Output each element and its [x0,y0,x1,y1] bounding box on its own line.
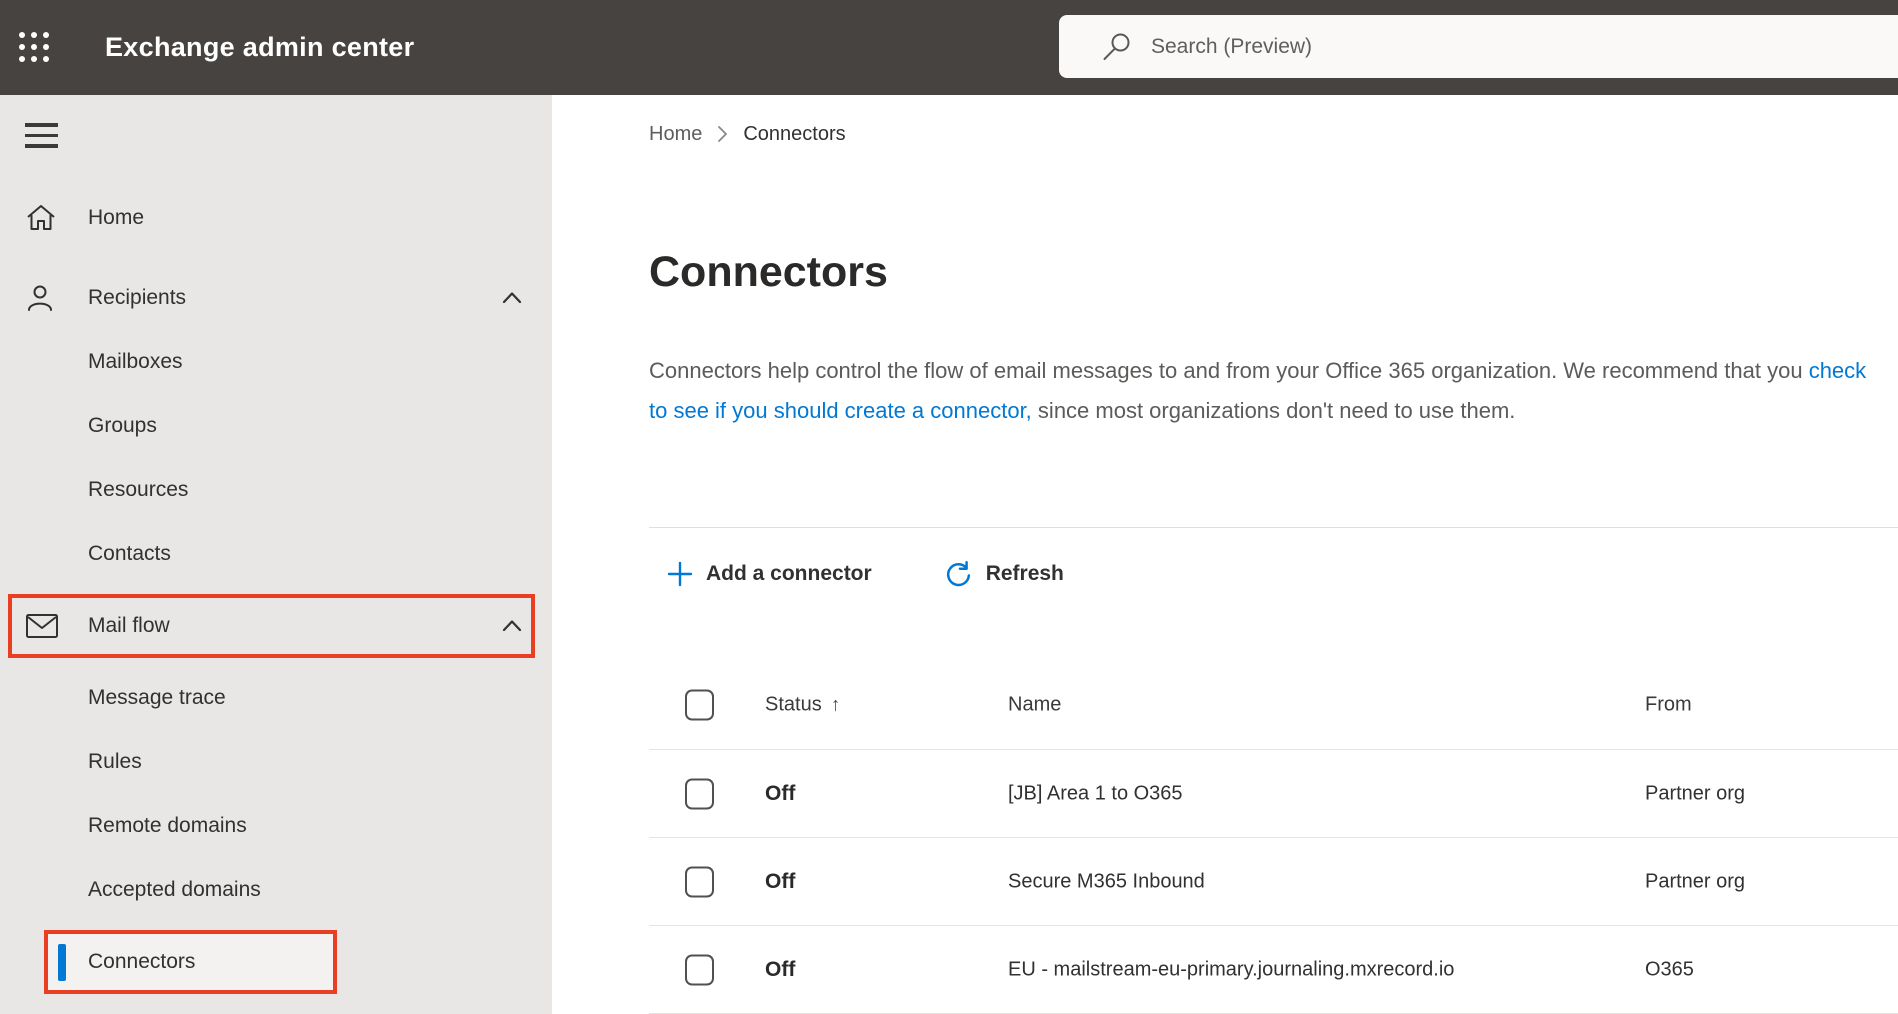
row-name: EU - mailstream-eu-primary.journaling.mx… [1008,958,1455,980]
connectors-table: Status ↑ Name From Off [JB] Area 1 to O36… [649,660,1898,1014]
sidebar-item-mail-flow[interactable]: Mail flow [0,594,552,658]
page-title: Connectors [649,248,888,296]
sidebar-item-contacts[interactable]: Contacts [0,522,552,586]
search-input[interactable] [1059,15,1898,78]
sidebar-item-label: Home [88,206,145,229]
home-icon [27,205,55,230]
table-row[interactable]: Off EU - mailstream-eu-primary.journalin… [649,926,1898,1014]
sidebar-item-label: Resources [88,478,189,501]
table-header-row: Status ↑ Name From [649,660,1898,750]
row-status: Off [765,957,796,981]
description-text: Connectors help control the flow of emai… [649,358,1809,383]
chevron-up-icon[interactable] [499,613,525,639]
table-row[interactable]: Off [JB] Area 1 to O365 Partner org [649,750,1898,838]
select-all-checkbox[interactable] [685,689,714,720]
sidebar-nav: Home Recipients Mailboxes Groups Resourc… [0,186,552,994]
row-status: Off [765,781,796,805]
breadcrumb-home-link[interactable]: Home [649,123,702,146]
toolbar-divider [649,527,1898,528]
row-checkbox[interactable] [685,866,714,897]
selected-item-indicator [58,944,66,981]
sidebar-item-label: Message trace [88,686,226,709]
sidebar-item-groups[interactable]: Groups [0,394,552,458]
plus-icon [667,561,693,587]
row-from: O365 [1645,958,1694,980]
refresh-label: Refresh [985,562,1064,585]
row-name: Secure M365 Inbound [1008,870,1205,892]
toolbar: Add a connector Refresh [667,549,1898,599]
refresh-icon [946,560,970,586]
sidebar-item-label: Contacts [88,542,171,565]
sidebar-item-home[interactable]: Home [0,186,552,250]
row-from: Partner org [1645,782,1746,804]
sidebar-item-rules[interactable]: Rules [0,730,552,794]
sidebar-item-label: Connectors [88,950,196,973]
row-checkbox[interactable] [685,778,714,809]
sidebar-item-resources[interactable]: Resources [0,458,552,522]
breadcrumb-current: Connectors [743,122,846,145]
row-checkbox[interactable] [685,954,714,985]
top-bar: Exchange admin center [0,0,1898,95]
mail-icon [26,614,58,638]
person-icon [28,285,52,311]
row-status: Off [765,869,796,893]
column-header-from[interactable]: From [1645,693,1692,716]
sidebar-item-mailboxes[interactable]: Mailboxes [0,330,552,394]
sidebar-item-label: Rules [88,750,142,773]
sidebar-item-label: Mailboxes [88,350,183,373]
row-from: Partner org [1645,870,1746,892]
sort-ascending-icon: ↑ [830,694,841,715]
row-name: [JB] Area 1 to O365 [1008,782,1183,804]
refresh-button[interactable]: Refresh [944,560,1064,589]
sidebar-item-label: Recipients [88,286,187,309]
sidebar-item-recipients[interactable]: Recipients [0,266,552,330]
sidebar-item-accepted-domains[interactable]: Accepted domains [0,858,552,922]
add-connector-label: Add a connector [706,562,872,585]
chevron-up-icon[interactable] [499,285,525,311]
breadcrumb: Home Connectors [649,120,1898,148]
column-header-status[interactable]: Status ↑ [765,693,840,716]
sidebar-item-message-trace[interactable]: Message trace [0,666,552,730]
sidebar-item-label: Groups [88,414,157,437]
app-title: Exchange admin center [105,32,415,62]
sidebar-item-label: Remote domains [88,814,247,837]
main-content: Home Connectors Connectors Connectors he… [552,95,1898,1014]
sidebar-item-remote-domains[interactable]: Remote domains [0,794,552,858]
sidebar-item-connectors[interactable]: Connectors [0,930,552,994]
hamburger-menu-icon[interactable] [25,123,58,148]
sidebar: Home Recipients Mailboxes Groups Resourc… [0,95,552,1014]
column-header-name[interactable]: Name [1008,693,1061,716]
description-text: since most organizations don't need to u… [1031,398,1516,423]
page-description: Connectors help control the flow of emai… [649,351,1869,431]
sidebar-item-label: Mail flow [88,614,170,637]
add-connector-button[interactable]: Add a connector [667,561,872,587]
app-launcher-icon[interactable] [19,31,51,64]
chevron-right-icon [718,126,728,142]
table-row[interactable]: Off Secure M365 Inbound Partner org [649,838,1898,926]
sidebar-item-label: Accepted domains [88,878,261,901]
